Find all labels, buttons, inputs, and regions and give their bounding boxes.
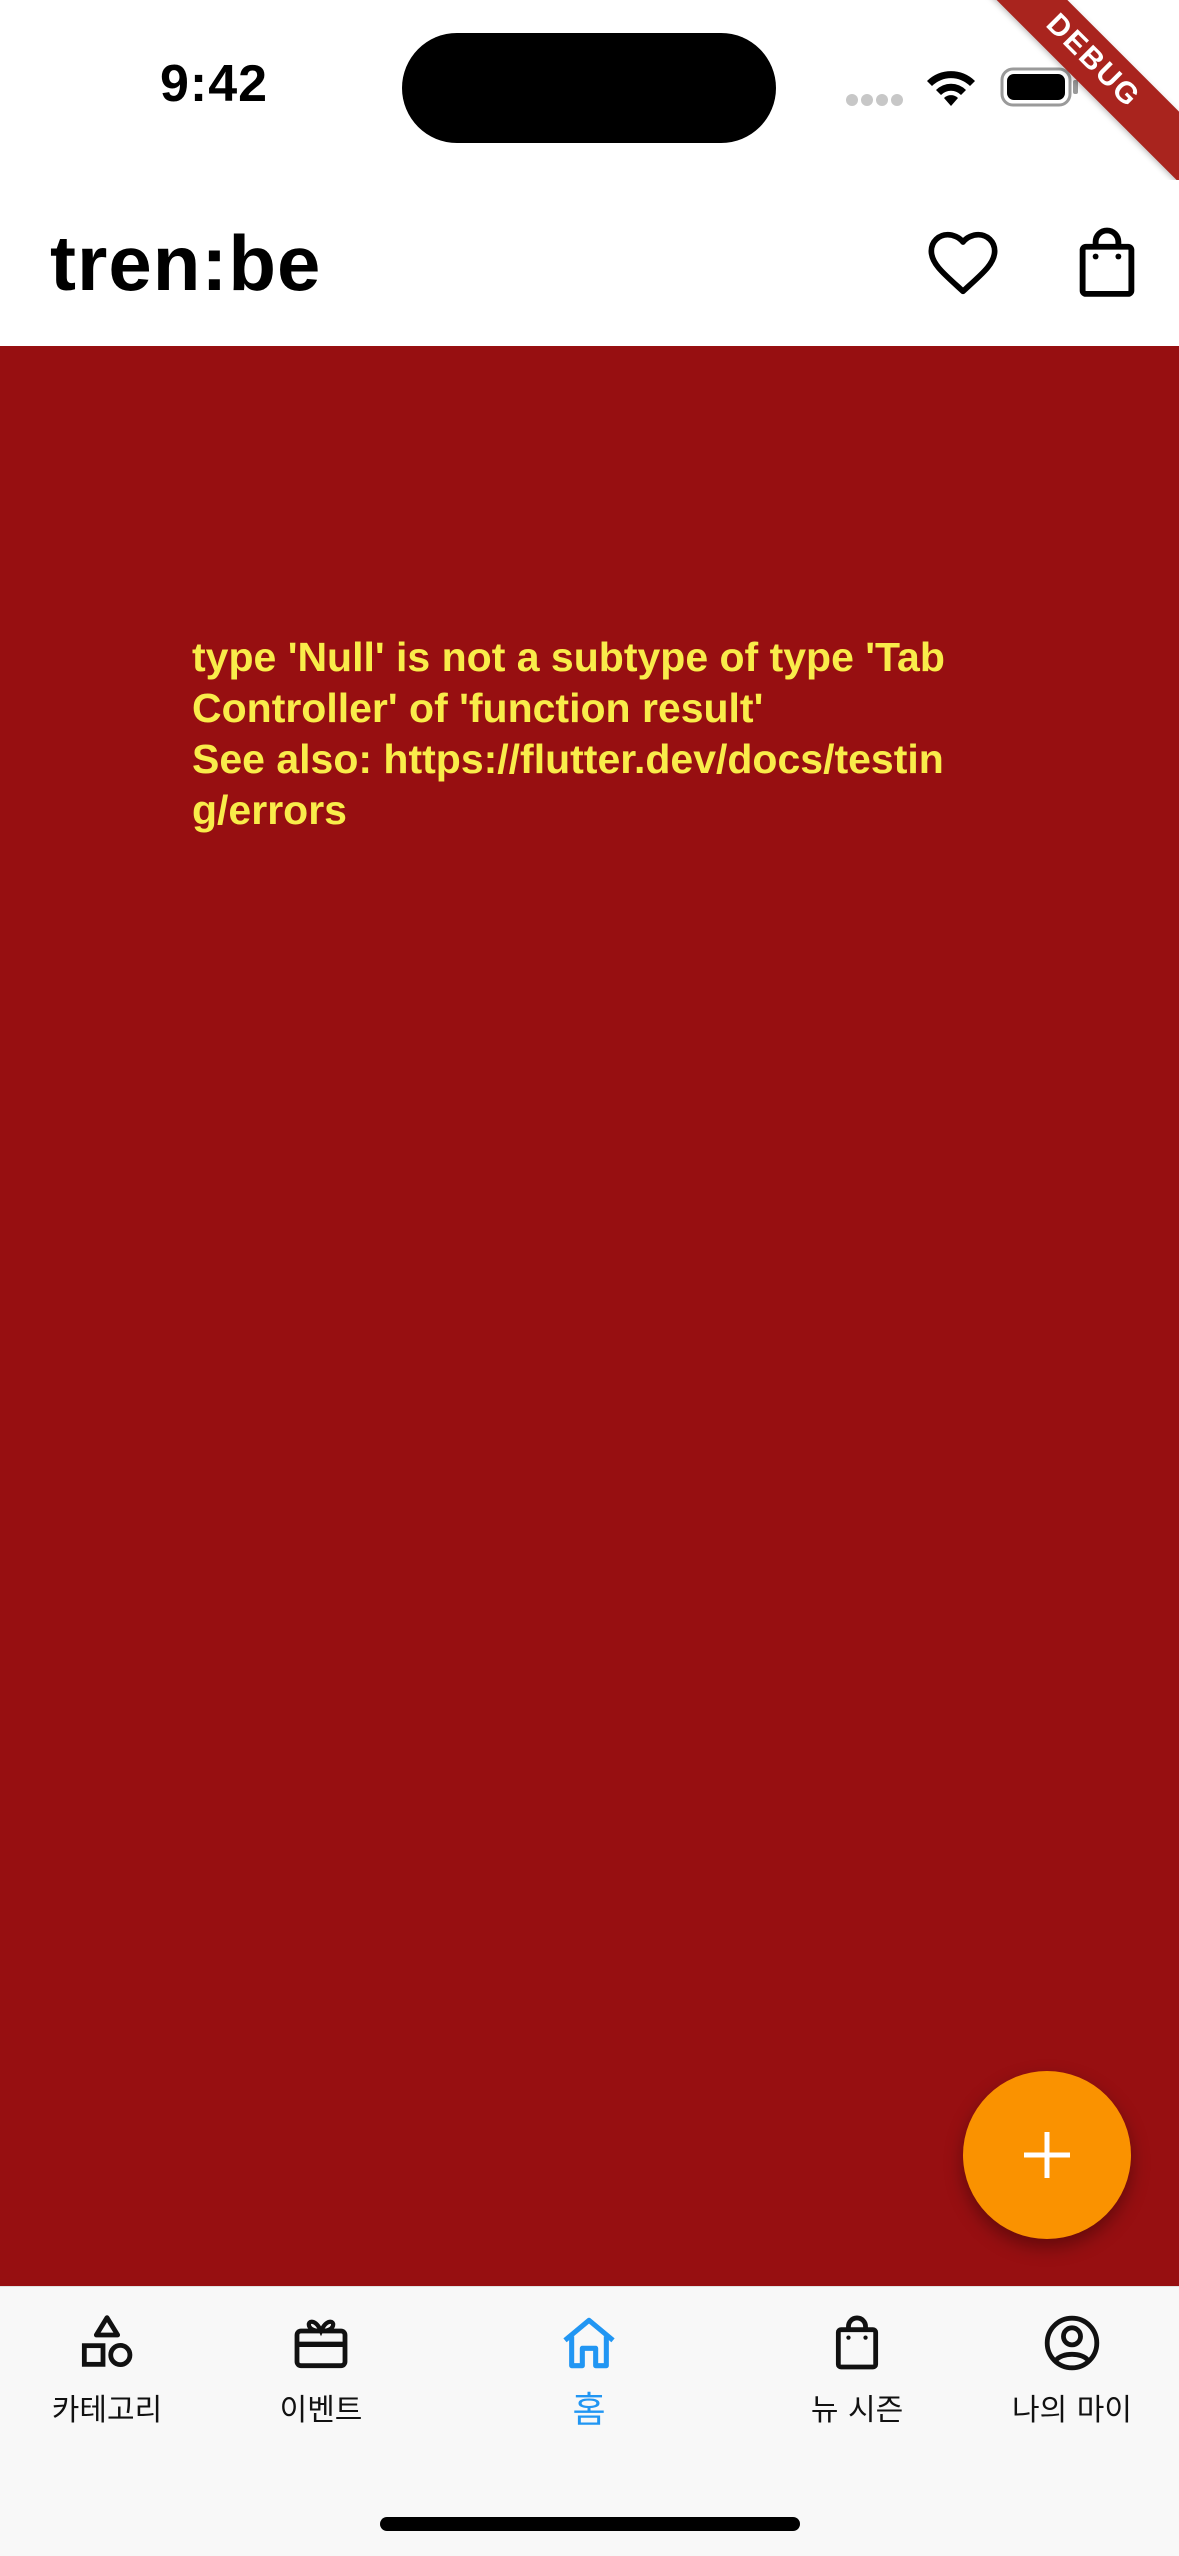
- battery-icon: [1000, 67, 1078, 107]
- error-message: type 'Null' is not a subtype of type 'Ta…: [192, 634, 945, 731]
- bottom-navigation-bar: 카테고리 이벤트 홈 뉴 시즌 나의 마이: [0, 2286, 1179, 2556]
- plus-icon: [1024, 2132, 1070, 2178]
- heart-icon: [928, 231, 998, 295]
- home-indicator: [380, 2517, 800, 2531]
- shopping-bag-icon: [1079, 227, 1135, 297]
- app-title: tren:be: [50, 219, 322, 307]
- wishlist-button[interactable]: [918, 218, 1008, 308]
- nav-label-my-page: 나의 마이: [1012, 2393, 1132, 2428]
- nav-label-event: 이벤트: [279, 2393, 363, 2428]
- status-bar: 9:42 DEBUG: [0, 0, 1179, 199]
- nav-item-event[interactable]: 이벤트: [214, 2311, 428, 2441]
- error-screen: type 'Null' is not a subtype of type 'Ta…: [0, 346, 1179, 2286]
- nav-item-new-season[interactable]: 뉴 시즌: [750, 2311, 964, 2441]
- nav-item-category[interactable]: 카테고리: [0, 2311, 214, 2441]
- nav-label-new-season: 뉴 시즌: [810, 2393, 904, 2428]
- gift-box-icon: [294, 2319, 348, 2369]
- add-fab-button[interactable]: [963, 2071, 1131, 2239]
- nav-label-category: 카테고리: [51, 2393, 163, 2428]
- home-icon: [563, 2317, 615, 2369]
- nav-item-home[interactable]: 홈: [482, 2311, 696, 2441]
- error-message-block: type 'Null' is not a subtype of type 'Ta…: [192, 632, 952, 836]
- category-shapes-icon: [81, 2315, 133, 2367]
- cart-button[interactable]: [1062, 218, 1152, 308]
- account-circle-icon: [1044, 2315, 1100, 2371]
- cellular-signal-icon: [846, 94, 904, 108]
- dynamic-island: [402, 33, 776, 143]
- wifi-icon: [927, 71, 975, 106]
- nav-label-home: 홈: [572, 2390, 606, 2431]
- status-time: 9:42: [160, 55, 269, 113]
- shopping-bag-icon: [835, 2315, 879, 2370]
- error-see-also-link: See also: https://flutter.dev/docs/testi…: [192, 736, 944, 833]
- nav-item-my-page[interactable]: 나의 마이: [965, 2311, 1179, 2441]
- app-screen: 9:42 DEBUG tren:be type 'Null' is not a …: [0, 0, 1179, 2556]
- app-bar: tren:be: [0, 180, 1179, 346]
